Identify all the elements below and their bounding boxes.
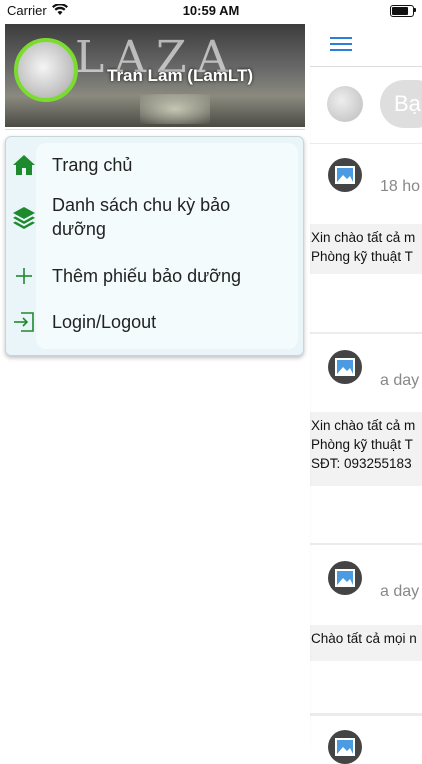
post-line: Phòng kỹ thuật T bbox=[311, 437, 413, 452]
battery-icon bbox=[390, 5, 414, 17]
menu-item-login-logout[interactable]: Login/Logout bbox=[6, 301, 303, 341]
profile-banner: LAZA Tran Lam (LamLT) bbox=[5, 24, 305, 127]
menu-item-add-ticket[interactable]: Thêm phiếu bảo dưỡng bbox=[6, 255, 303, 295]
news-feed: Bạn 18 ho Xin chào tất cả m Phòng kỹ thu… bbox=[310, 22, 422, 764]
battery-tip bbox=[414, 8, 416, 12]
menu-item-home[interactable]: Trang chủ bbox=[6, 145, 303, 185]
post-card[interactable] bbox=[310, 716, 422, 764]
post-line: Xin chào tất cả m bbox=[311, 230, 416, 245]
post-body: Xin chào tất cả m Phòng kỹ thuật T SĐT: … bbox=[310, 412, 422, 486]
drawer-menu: Trang chủ Danh sách chu kỳ bảo dưỡng Thê… bbox=[5, 136, 304, 356]
post-time: a day bbox=[380, 583, 420, 600]
post-card[interactable]: a day Xin chào tất cả m Phòng kỹ thuật T… bbox=[310, 334, 422, 543]
avatar bbox=[327, 86, 363, 122]
composer-input[interactable]: Bạn bbox=[380, 80, 422, 128]
post-composer[interactable]: Bạn bbox=[310, 67, 422, 143]
layers-icon bbox=[12, 205, 36, 229]
post-line: Phòng kỹ thuật T bbox=[311, 249, 413, 264]
status-bar: Carrier 10:59 AM bbox=[0, 0, 422, 22]
post-line: Xin chào tất cả m bbox=[311, 418, 416, 433]
image-placeholder-icon bbox=[328, 158, 362, 192]
post-time: a day bbox=[380, 372, 420, 389]
menu-label: Danh sách chu kỳ bảo bbox=[52, 195, 231, 215]
menu-item-maintenance-cycles[interactable]: Danh sách chu kỳ bảo dưỡng bbox=[6, 189, 303, 245]
divider bbox=[5, 129, 305, 130]
post-card[interactable]: 18 ho Xin chào tất cả m Phòng kỹ thuật T bbox=[310, 144, 422, 332]
home-icon bbox=[12, 153, 36, 177]
side-drawer: LAZA Tran Lam (LamLT) Trang chủ Danh sác… bbox=[0, 22, 310, 750]
post-line: Chào tất cả mọi n bbox=[311, 631, 417, 646]
profile-name: Tran Lam (LamLT) bbox=[107, 66, 254, 85]
banner-photo bbox=[140, 94, 210, 124]
menu-icon[interactable] bbox=[330, 37, 352, 51]
menu-label: Trang chủ bbox=[52, 155, 133, 175]
avatar[interactable] bbox=[14, 38, 78, 102]
menu-label: Thêm phiếu bảo dưỡng bbox=[52, 266, 241, 286]
post-line: SĐT: 093255183 bbox=[311, 456, 412, 471]
post-body: Xin chào tất cả m Phòng kỹ thuật T bbox=[310, 224, 422, 274]
post-body: Chào tất cả mọi n bbox=[310, 625, 422, 661]
plus-icon bbox=[12, 264, 36, 288]
image-placeholder-icon bbox=[328, 350, 362, 384]
menu-label: Login/Logout bbox=[52, 312, 157, 332]
image-placeholder-icon bbox=[328, 561, 362, 595]
menu-label-line2: dưỡng bbox=[52, 219, 106, 239]
login-icon bbox=[12, 310, 36, 334]
image-placeholder-icon bbox=[328, 730, 362, 764]
post-time: 18 ho bbox=[380, 178, 421, 195]
post-card[interactable]: a day Chào tất cả mọi n bbox=[310, 545, 422, 713]
feed-navbar bbox=[310, 22, 422, 67]
clock: 10:59 AM bbox=[182, 3, 240, 18]
